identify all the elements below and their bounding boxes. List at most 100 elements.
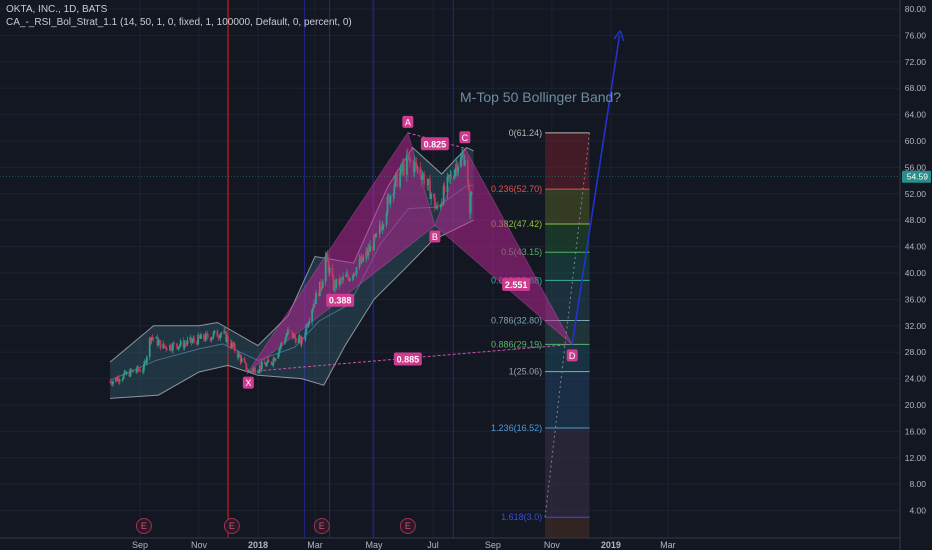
okta-price-chart[interactable]: 0(61.24)0.236(52.70)0.382(47.42)0.5(43.1… [0, 0, 932, 550]
pattern-point-label: B [432, 232, 438, 242]
candle-body [260, 361, 263, 370]
candle-body [315, 292, 317, 305]
x-axis-tick-label: 2019 [601, 540, 621, 550]
candle-body [396, 172, 399, 187]
candle-body [403, 164, 405, 175]
y-axis-tick-label: 16.00 [905, 426, 927, 436]
y-axis-tick-label: 32.00 [905, 321, 927, 331]
candle-body [409, 160, 412, 162]
candle-body [335, 278, 338, 289]
candle-body [362, 257, 365, 262]
candle-body [430, 193, 432, 199]
candle-body [233, 343, 236, 352]
candle-body [152, 337, 155, 339]
candle-body [173, 343, 175, 345]
candle-body [436, 205, 439, 208]
fibonacci-retracement[interactable]: 0(61.24)0.236(52.70)0.382(47.42)0.5(43.1… [491, 128, 591, 538]
pattern-point-label: C [462, 133, 469, 143]
pattern-point-label: A [405, 117, 411, 127]
x-axis-tick-label: Mar [660, 540, 676, 550]
y-axis-tick-label: 36.00 [905, 294, 927, 304]
candle-body [288, 329, 290, 331]
candle-body [157, 341, 160, 346]
candle-body [163, 343, 166, 347]
candle-body [247, 370, 250, 372]
candle-body [274, 358, 277, 361]
annotation-title: M-Top 50 Bollinger Band? [460, 89, 622, 105]
candle-body [267, 359, 270, 362]
ratio-label: 0.825 [424, 139, 447, 149]
earnings-marker-label: E [405, 521, 411, 531]
fib-zone [545, 427, 590, 518]
earnings-marker-label: E [319, 521, 325, 531]
candle-body [416, 167, 419, 168]
candle-body [179, 340, 182, 346]
symbol-title: OKTA, INC., 1D, BATS [6, 4, 108, 15]
candle-body [159, 340, 162, 349]
candle-body [470, 192, 473, 194]
x-axis-tick-label: Sep [485, 540, 501, 550]
candle-body [244, 362, 247, 364]
candle-body [399, 172, 401, 187]
candle-body [254, 367, 256, 374]
y-axis-tick-label: 8.00 [909, 479, 926, 489]
candle-body [342, 276, 344, 280]
candle-body [166, 349, 169, 350]
candle-body [294, 337, 297, 343]
candle-body [281, 342, 284, 344]
candle-body [389, 195, 392, 204]
grid [0, 0, 900, 538]
y-axis-tick-label: 76.00 [905, 30, 927, 40]
candle-body [220, 332, 223, 335]
ratio-label: 2.551 [505, 280, 528, 290]
fib-level-label: 1.236(16.52) [491, 423, 542, 433]
candle-body [348, 278, 351, 281]
last-price-label: 54.59 [907, 172, 929, 182]
fib-level-label: 0.236(52.70) [491, 184, 542, 194]
candle-body [290, 330, 293, 333]
x-axis-tick-label: May [365, 540, 383, 550]
candle-body [175, 343, 178, 347]
candle-body [308, 321, 311, 324]
y-axis-tick-label: 24.00 [905, 374, 927, 384]
candle-body [125, 372, 128, 375]
earnings-marker-label: E [229, 521, 235, 531]
x-axis-tick-label: Nov [544, 540, 561, 550]
fib-zone [545, 517, 590, 538]
candle-body [193, 338, 196, 342]
candle-body [463, 160, 466, 166]
candle-body [382, 224, 385, 227]
candle-body [118, 380, 121, 382]
indicator-legend[interactable]: CA_-_RSI_Bol_Strat_1.1 (14, 50, 1, 0, fi… [6, 17, 352, 28]
candle-body [321, 281, 324, 288]
y-axis-tick-label: 60.00 [905, 136, 927, 146]
candle-body [369, 246, 372, 253]
candle-body [301, 338, 304, 340]
pattern-point-label: D [569, 351, 576, 361]
x-axis-tick-label: Nov [191, 540, 208, 550]
candle-body [206, 333, 209, 338]
candle-body [423, 174, 426, 185]
x-axis-tick-label: Sep [132, 540, 148, 550]
candle-body [210, 338, 213, 341]
candle-body [139, 370, 141, 372]
candle-body [186, 340, 189, 344]
candle-body [132, 370, 135, 373]
x-axis: Sep Nov 2018 Mar May Jul Sep Nov 2019 Mar [0, 537, 932, 550]
candle-body [355, 267, 358, 275]
y-axis-tick-label: 4.00 [909, 506, 926, 516]
candle-body [213, 330, 216, 333]
candle-body [284, 340, 286, 344]
candle-body [200, 334, 202, 339]
fib-level-label: 0.786(32.80) [491, 316, 542, 326]
candle-body [386, 197, 389, 214]
y-axis-tick-label: 44.00 [905, 242, 927, 252]
y-axis-tick-label: 80.00 [905, 4, 927, 14]
candle-body [457, 166, 459, 173]
candle-body [443, 186, 446, 193]
x-axis-tick-label: Jul [427, 540, 439, 550]
fib-zone [545, 132, 590, 190]
y-axis-tick-label: 72.00 [905, 57, 927, 67]
candle-body [393, 186, 396, 195]
candle-body [469, 193, 472, 214]
